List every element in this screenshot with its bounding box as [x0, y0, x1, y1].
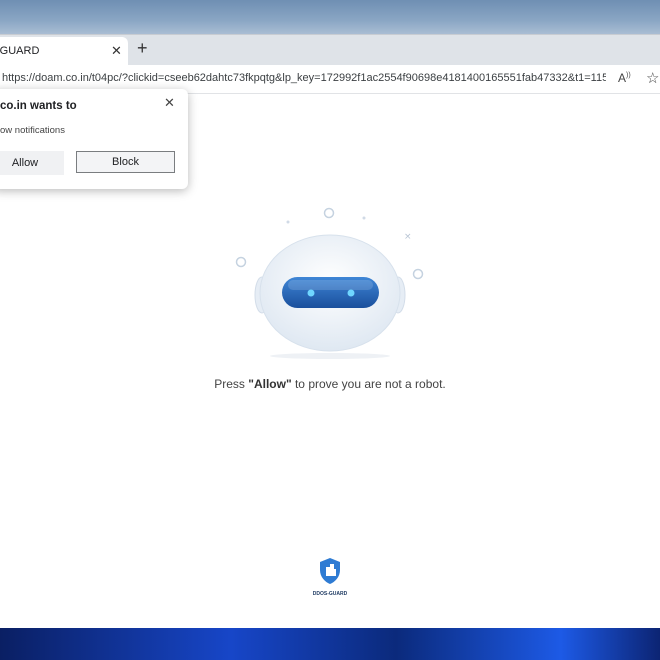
tab-strip: -GUARD ✕ +: [0, 35, 660, 65]
instruction-text: Press "Allow" to prove you are not a rob…: [0, 377, 660, 391]
desktop-wallpaper-bottom: [0, 628, 660, 660]
notification-permission-popup: co.in wants to ✕ ow notifications Allow …: [0, 89, 188, 189]
browser-window: -GUARD ✕ + https://doam.co.in/t04pc/?cli…: [0, 34, 660, 629]
ddos-guard-logo: DDOS-GUARD: [309, 557, 351, 605]
read-aloud-glyph: A: [618, 71, 627, 85]
close-icon[interactable]: ✕: [164, 95, 175, 111]
caption-pre: Press: [214, 377, 249, 391]
svg-text:×: ×: [404, 232, 412, 242]
shield-icon: [320, 558, 340, 584]
read-aloud-icon[interactable]: A)): [618, 71, 631, 85]
desktop-wallpaper-top: [0, 0, 660, 34]
tab-title: -GUARD: [0, 45, 40, 57]
favorite-star-icon[interactable]: ☆: [646, 69, 659, 87]
logo-text: DDOS-GUARD: [312, 591, 348, 597]
tab-active[interactable]: -GUARD ✕: [0, 37, 128, 65]
caption-post: to prove you are not a robot.: [291, 377, 446, 391]
caption-bold: "Allow": [248, 377, 292, 391]
tab-close-icon[interactable]: ✕: [111, 43, 122, 59]
url-field[interactable]: https://doam.co.in/t04pc/?clickid=cseeb6…: [2, 72, 606, 84]
popup-title: co.in wants to: [0, 100, 77, 112]
allow-button[interactable]: Allow: [0, 151, 64, 175]
popup-description: ow notifications: [0, 125, 65, 136]
new-tab-button[interactable]: +: [137, 38, 148, 59]
block-button[interactable]: Block: [76, 151, 175, 173]
robot-illustration: ×: [235, 207, 424, 359]
